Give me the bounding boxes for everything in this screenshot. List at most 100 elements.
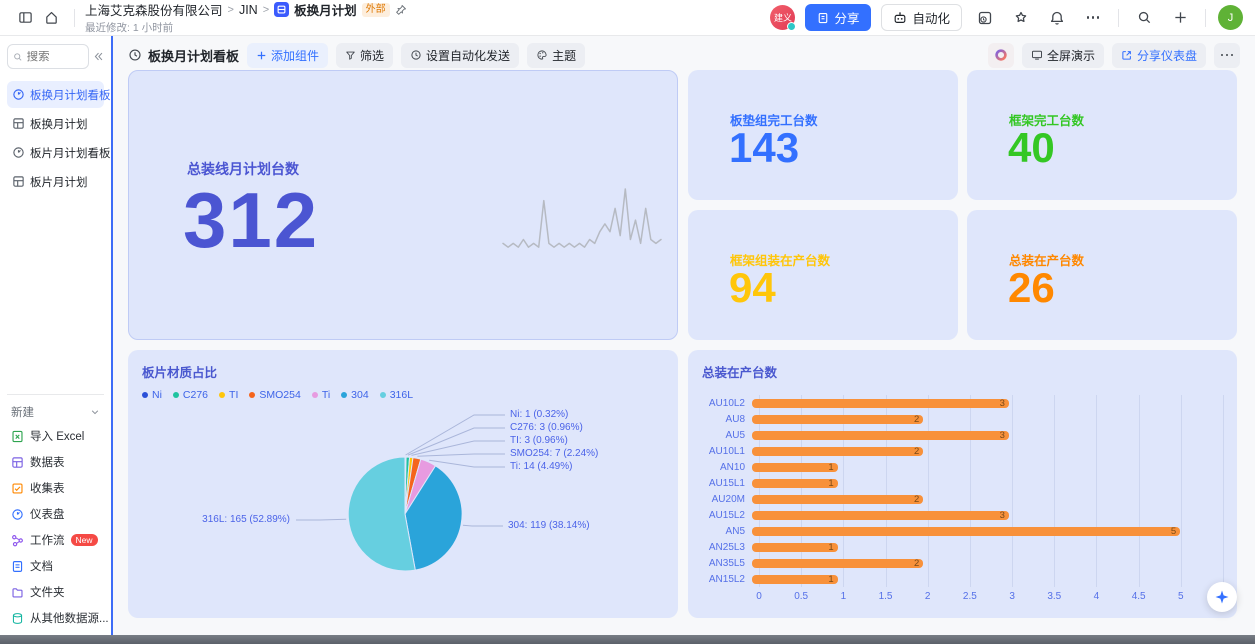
theme-button[interactable]: 主题 — [527, 43, 585, 68]
legend-dot — [173, 392, 179, 398]
collaborator-avatar[interactable]: 建义 — [770, 5, 795, 30]
magic-theme-ring-icon[interactable] — [988, 43, 1014, 68]
automation-button[interactable]: 自动化 — [881, 4, 962, 31]
breadcrumb-folder[interactable]: JIN — [239, 3, 258, 17]
legend-item-C276[interactable]: C276 — [173, 389, 208, 401]
breadcrumb-current[interactable]: 板换月计划 — [294, 0, 357, 19]
ai-assistant-button[interactable] — [1207, 582, 1237, 612]
bar[interactable] — [752, 431, 1009, 440]
bar[interactable] — [752, 527, 1180, 536]
bar-row-AU10L2[interactable]: AU10L23 — [702, 395, 1223, 411]
sidebar-item-1[interactable]: 板换月计划 — [7, 110, 104, 137]
bar-row-AN15L2[interactable]: AN15L21 — [702, 571, 1223, 587]
sidebar-toggle-icon[interactable] — [12, 5, 38, 31]
sidebar-item-3[interactable]: 板片月计划 — [7, 168, 104, 195]
sidebar-item-0[interactable]: 板换月计划看板 — [7, 81, 104, 108]
bar-row-AU15L1[interactable]: AU15L11 — [702, 475, 1223, 491]
kpi-card[interactable]: 板垫组完工台数 143 — [688, 70, 958, 200]
history-icon[interactable] — [972, 5, 998, 31]
pie-svg — [142, 403, 664, 611]
legend-dot — [312, 392, 318, 398]
legend-item-TI[interactable]: TI — [219, 389, 238, 401]
bar-row-AN35L5[interactable]: AN35L52 — [702, 555, 1223, 571]
create-list: 导入 Excel数据表收集表仪表盘工作流New文档文件夹从其他数据源... — [7, 423, 104, 631]
share-button[interactable]: 分享 — [805, 4, 871, 31]
create-item-label: 文件夹 — [30, 584, 65, 600]
workflow-icon — [11, 534, 24, 547]
bar[interactable] — [752, 479, 838, 488]
bar[interactable] — [752, 495, 923, 504]
bar[interactable] — [752, 575, 838, 584]
share-doc-icon — [817, 12, 829, 24]
legend-item-SMO254[interactable]: SMO254 — [249, 389, 300, 401]
breadcrumb-company[interactable]: 上海艾克森股份有限公司 — [85, 0, 223, 19]
favorite-icon[interactable] — [1008, 5, 1034, 31]
bar-row-AN25L3[interactable]: AN25L31 — [702, 539, 1223, 555]
create-section-header[interactable]: 新建 — [7, 401, 104, 423]
legend-item-316L[interactable]: 316L — [380, 389, 413, 401]
create-item-4[interactable]: 工作流New — [7, 527, 104, 553]
kpi-card-total-plan[interactable]: 总装线月计划台数 312 — [128, 70, 678, 340]
x-tick-label: 0.5 — [794, 591, 808, 602]
dashboard-main: 板换月计划看板 添加组件 筛选 设置自动化发送 主题 — [113, 36, 1255, 635]
bar[interactable] — [752, 543, 838, 552]
filter-button[interactable]: 筛选 — [336, 43, 393, 68]
kpi-value: 40 — [1008, 124, 1055, 172]
create-item-5[interactable]: 文档 — [7, 553, 104, 579]
pie-label-316L: 316L: 165 (52.89%) — [202, 514, 290, 525]
sidebar-item-2[interactable]: 板片月计划看板 — [7, 139, 104, 166]
legend-item-304[interactable]: 304 — [341, 389, 369, 401]
create-item-6[interactable]: 文件夹 — [7, 579, 104, 605]
search-input[interactable] — [7, 44, 89, 69]
legend-item-Ni[interactable]: Ni — [142, 389, 162, 401]
sidebar-search-field[interactable] — [27, 51, 83, 63]
pie-legend: Ni C276 TI SMO254 Ti 304 316L — [142, 389, 664, 401]
bar[interactable] — [752, 559, 923, 568]
bar[interactable] — [752, 463, 838, 472]
home-icon[interactable] — [38, 5, 64, 31]
pin-icon[interactable] — [395, 4, 407, 16]
create-item-2[interactable]: 收集表 — [7, 475, 104, 501]
new-badge: New — [71, 534, 98, 546]
create-item-0[interactable]: 导入 Excel — [7, 423, 104, 449]
create-item-label: 从其他数据源... — [30, 610, 109, 626]
bar-row-AU5[interactable]: AU53 — [702, 427, 1223, 443]
bar-chart-card[interactable]: 总装在产台数 AU10L23AU82AU53AU10L12AN101AU15L1… — [688, 350, 1237, 618]
bar-value-label: 1 — [828, 478, 837, 489]
collapse-sidebar-icon[interactable] — [93, 51, 104, 62]
x-tick-label: 4.5 — [1132, 591, 1146, 602]
pie-chart-card[interactable]: 板片材质占比 NiC276TISMO254Ti304316L Ni: 1 (0.… — [128, 350, 678, 618]
bar-row-AU15L2[interactable]: AU15L23 — [702, 507, 1223, 523]
bar-row-AU8[interactable]: AU82 — [702, 411, 1223, 427]
bell-icon[interactable] — [1044, 5, 1070, 31]
fullscreen-present-button[interactable]: 全屏演示 — [1022, 43, 1104, 68]
plus-icon[interactable] — [1167, 5, 1193, 31]
add-widget-button[interactable]: 添加组件 — [247, 43, 328, 68]
auto-send-button[interactable]: 设置自动化发送 — [401, 43, 519, 68]
create-item-7[interactable]: 从其他数据源... — [7, 605, 104, 631]
user-avatar[interactable]: J — [1218, 5, 1243, 30]
datasource-icon — [11, 612, 24, 625]
bar[interactable] — [752, 447, 923, 456]
header-divider — [1205, 9, 1206, 27]
create-item-1[interactable]: 数据表 — [7, 449, 104, 475]
more-icon[interactable] — [1080, 5, 1106, 31]
share-dashboard-button[interactable]: 分享仪表盘 — [1112, 43, 1206, 68]
bar[interactable] — [752, 511, 1009, 520]
bar[interactable] — [752, 399, 1009, 408]
dashboard-more-icon[interactable] — [1214, 43, 1240, 68]
kpi-card[interactable]: 总装在产台数 26 — [967, 210, 1237, 340]
kpi-card[interactable]: 框架完工台数 40 — [967, 70, 1237, 200]
kpi-card[interactable]: 框架组装在产台数 94 — [688, 210, 958, 340]
create-item-3[interactable]: 仪表盘 — [7, 501, 104, 527]
bar-row-AU20M[interactable]: AU20M2 — [702, 491, 1223, 507]
bar-value-label: 2 — [914, 446, 923, 457]
form-icon — [11, 482, 24, 495]
legend-item-Ti[interactable]: Ti — [312, 389, 330, 401]
search-icon[interactable] — [1131, 5, 1157, 31]
bar-row-AN10[interactable]: AN101 — [702, 459, 1223, 475]
bar-row-AU10L1[interactable]: AU10L12 — [702, 443, 1223, 459]
bar-row-AN5[interactable]: AN55 — [702, 523, 1223, 539]
bar[interactable] — [752, 415, 923, 424]
board-title: 板换月计划看板 — [128, 46, 239, 65]
